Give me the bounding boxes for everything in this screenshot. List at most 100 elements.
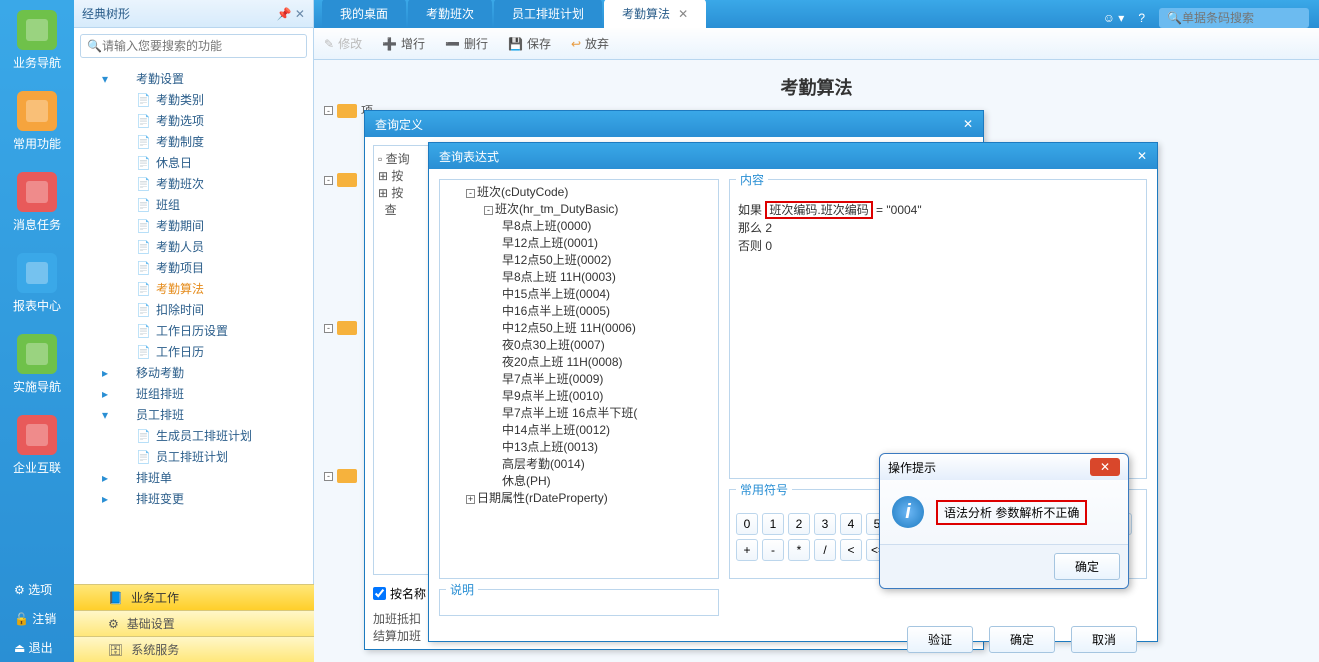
tree-item[interactable]: 查 [378,201,428,218]
field-node[interactable]: 早7点半上班(0009) [448,371,710,388]
toolbar-button[interactable]: ↩放弃 [571,35,609,52]
dock-item[interactable]: 实施导航 [0,324,74,405]
symbol-button[interactable]: * [788,539,810,561]
tab[interactable]: 我的桌面 [322,0,406,28]
toolbar-button[interactable]: ➕增行 [382,35,425,52]
tree-item[interactable]: ⊞ 按 [378,184,428,201]
toolbar-button[interactable]: ➖删行 [445,35,488,52]
tree-node[interactable]: 📄考勤期间 [74,215,313,236]
tree-node[interactable]: ▸排班单 [74,467,313,488]
tree-node[interactable]: 📄考勤选项 [74,110,313,131]
msgbox-ok-button[interactable]: 确定 [1054,553,1120,580]
close-icon[interactable]: ✕ [1090,458,1120,476]
ok-button[interactable]: 确定 [989,626,1055,653]
top-search-input[interactable] [1182,11,1292,25]
field-node[interactable]: 中14点半上班(0012) [448,422,710,439]
expand-icon[interactable]: - [324,176,333,185]
field-node[interactable]: 早8点上班 11H(0003) [448,269,710,286]
dialog-title-bar[interactable]: 查询表达式 ✕ [429,143,1157,169]
tree-node[interactable]: 📄生成员工排班计划 [74,425,313,446]
tree-node[interactable]: 📄班组 [74,194,313,215]
smile-icon[interactable]: ☺ ▾ [1103,11,1125,25]
dock-bottom-item[interactable]: 🔓 注销 [0,604,74,633]
field-node[interactable]: 中13点上班(0013) [448,439,710,456]
close-icon[interactable]: ✕ [678,7,688,21]
expand-icon[interactable]: - [324,472,333,481]
tree-node[interactable]: ▸班组排班 [74,383,313,404]
tree-node[interactable]: 📄员工排班计划 [74,446,313,467]
category-tab[interactable]: ⚙基础设置 [74,610,314,636]
field-node[interactable]: 休息(PH) [448,473,710,490]
field-node[interactable]: -班次(hr_tm_DutyBasic) [448,201,710,218]
dock-item[interactable]: 业务导航 [0,0,74,81]
symbol-button[interactable]: < [840,539,862,561]
tree-node[interactable]: 📄考勤项目 [74,257,313,278]
tree-node[interactable]: ▸移动考勤 [74,362,313,383]
symbol-button[interactable]: + [736,539,758,561]
tree-node[interactable]: 📄考勤类别 [74,89,313,110]
field-node[interactable]: 高层考勤(0014) [448,456,710,473]
tree-node[interactable]: 📄工作日历 [74,341,313,362]
tree-node[interactable]: 📄考勤人员 [74,236,313,257]
field-node[interactable]: -班次(cDutyCode) [448,184,710,201]
field-node[interactable]: 早7点半上班 16点半下班( [448,405,710,422]
tree-item[interactable]: ▫ 查询 [378,150,428,167]
pin-icon[interactable]: 📌 ✕ [277,7,305,21]
field-node[interactable]: +日期属性(rDateProperty) [448,490,710,507]
dock-item[interactable]: 报表中心 [0,243,74,324]
close-icon[interactable]: ✕ [963,117,973,131]
expand-icon[interactable]: - [324,106,333,115]
verify-button[interactable]: 验证 [907,626,973,653]
tree-node[interactable]: 📄休息日 [74,152,313,173]
symbol-button[interactable]: / [814,539,836,561]
dock-item[interactable]: 消息任务 [0,162,74,243]
field-node[interactable]: 中15点半上班(0004) [448,286,710,303]
field-node[interactable]: 早12点50上班(0002) [448,252,710,269]
cancel-button[interactable]: 取消 [1071,626,1137,653]
tree-node[interactable]: 📄考勤制度 [74,131,313,152]
field-node[interactable]: 早12点上班(0001) [448,235,710,252]
field-node[interactable]: 中16点半上班(0005) [448,303,710,320]
dock-bottom-item[interactable]: ⚙ 选项 [0,575,74,604]
expression-text[interactable]: 如果 班次编码.班次编码 = "0004" 那么 2 否则 0 [730,197,1146,489]
tab[interactable]: 员工排班计划 [494,0,602,28]
msgbox-header[interactable]: 操作提示 ✕ [880,454,1128,480]
toolbar-button[interactable]: 💾保存 [508,35,551,52]
field-node[interactable]: 中12点50上班 11H(0006) [448,320,710,337]
field-node[interactable]: 夜20点上班 11H(0008) [448,354,710,371]
search-input[interactable] [102,39,300,53]
dock-item[interactable]: 企业互联 [0,405,74,486]
tree-node[interactable]: ▸排班变更 [74,488,313,509]
tab[interactable]: 考勤班次 [408,0,492,28]
symbol-button[interactable]: 1 [762,513,784,535]
dock-item[interactable]: 常用功能 [0,81,74,162]
symbol-button[interactable]: 3 [814,513,836,535]
tree-node[interactable]: ▾考勤设置 [74,68,313,89]
search-box[interactable]: 🔍 [80,34,307,58]
category-tab[interactable]: 📘业务工作 [74,584,314,610]
dock-bottom-item[interactable]: ⏏ 退出 [0,633,74,662]
symbol-button[interactable]: 4 [840,513,862,535]
tree-node[interactable]: 📄考勤班次 [74,173,313,194]
field-node[interactable]: 夜0点30上班(0007) [448,337,710,354]
symbol-button[interactable]: 2 [788,513,810,535]
category-tab[interactable]: 🗄系统服务 [74,636,314,662]
field-node[interactable]: 早9点半上班(0010) [448,388,710,405]
close-icon[interactable]: ✕ [1137,149,1147,163]
tree-node[interactable]: 📄工作日历设置 [74,320,313,341]
top-search[interactable]: 🔍 [1159,8,1309,28]
tree-item[interactable]: ⊞ 按 [378,167,428,184]
desc-text[interactable] [440,607,718,626]
by-name-checkbox[interactable] [373,587,386,600]
dialog-title-bar[interactable]: 查询定义 ✕ [365,111,983,137]
symbol-button[interactable]: - [762,539,784,561]
tree-node[interactable]: 📄扣除时间 [74,299,313,320]
tab[interactable]: 考勤算法✕ [604,0,706,28]
symbol-button[interactable]: 0 [736,513,758,535]
expand-icon[interactable]: - [324,324,333,333]
toolbar-button[interactable]: ✎修改 [324,35,362,52]
field-node[interactable]: 早8点上班(0000) [448,218,710,235]
tree-node[interactable]: 📄考勤算法 [74,278,313,299]
tree-node[interactable]: ▾员工排班 [74,404,313,425]
help-icon[interactable]: ? [1138,11,1145,25]
